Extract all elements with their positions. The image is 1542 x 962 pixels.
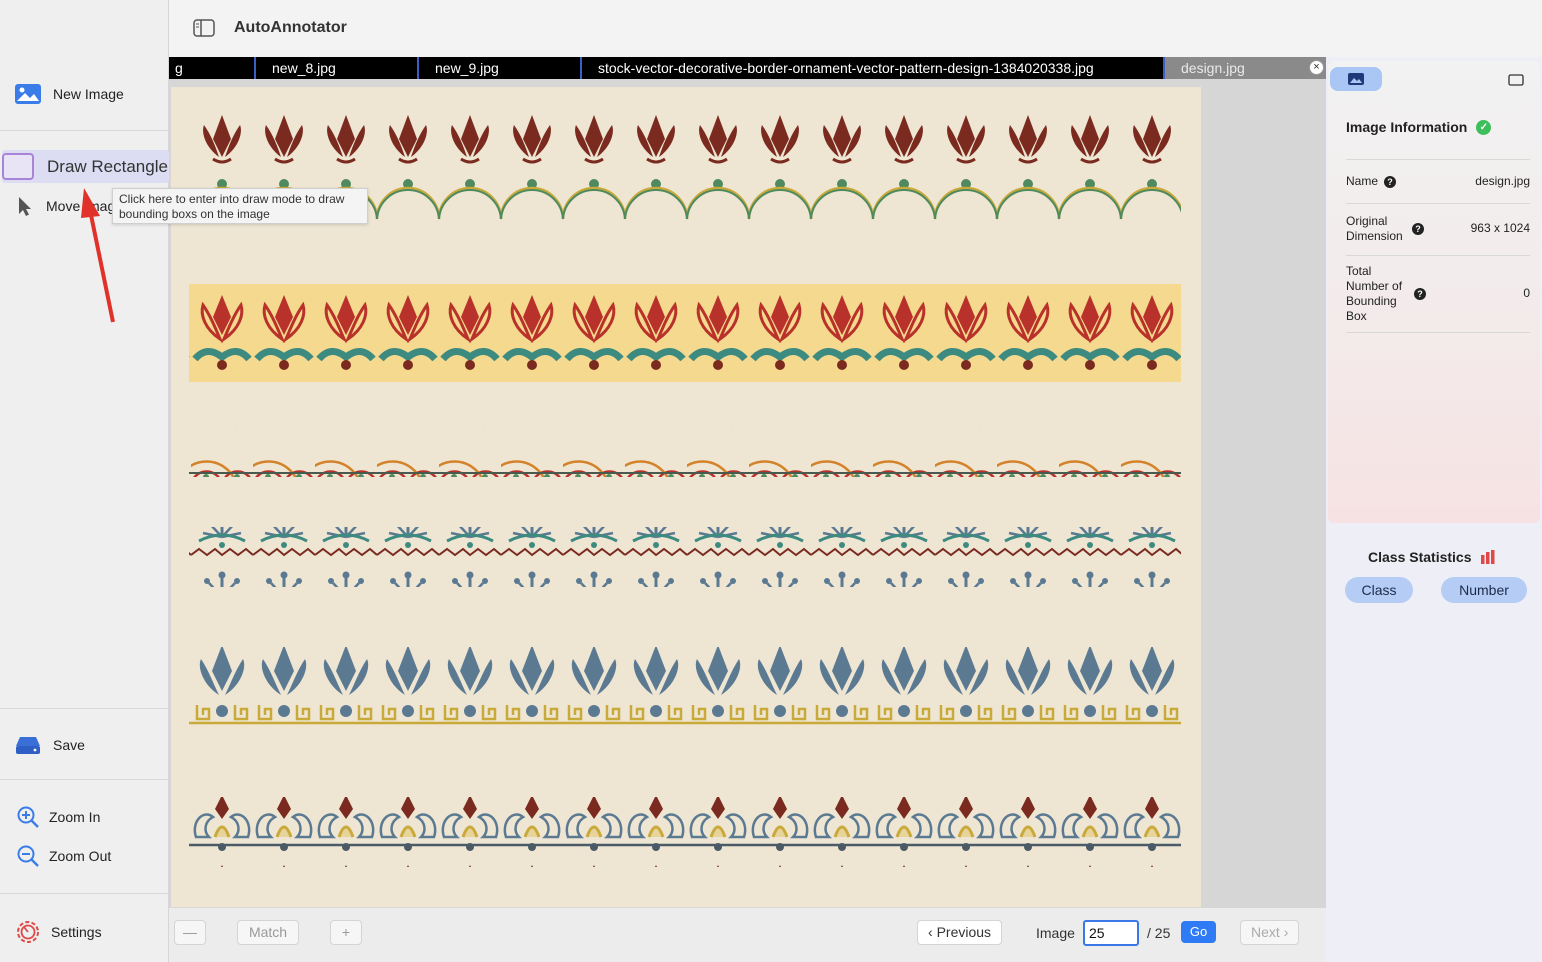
class-column-header[interactable]: Class: [1345, 577, 1413, 603]
draw-tooltip: Click here to enter into draw mode to dr…: [112, 188, 368, 224]
image-icon: [13, 83, 43, 105]
right-panel: Image Information ✓ Name ? design.jpg Or…: [1326, 57, 1542, 962]
rectangle-icon: [2, 153, 34, 180]
class-statistics-title: Class Statistics: [1368, 549, 1496, 565]
tab-file[interactable]: g: [169, 57, 256, 79]
settings-button[interactable]: Settings: [0, 919, 169, 945]
info-row-dimension: Original Dimension ? 963 x 1024: [1346, 203, 1530, 255]
new-image-label: New Image: [53, 86, 124, 102]
zoom-in-label: Zoom In: [49, 809, 101, 825]
draw-rectangle-button[interactable]: Draw Rectangle: [2, 150, 169, 183]
sidebar: New Image Draw Rectangle Move Image Save…: [0, 0, 169, 962]
name-label: Name: [1346, 174, 1379, 188]
tab-file[interactable]: new_9.jpg: [419, 57, 582, 79]
save-button[interactable]: Save: [0, 733, 169, 757]
tab-label: design.jpg: [1181, 60, 1245, 76]
next-label: Next: [1251, 924, 1280, 940]
image-total: / 25: [1147, 925, 1171, 941]
previous-label: Previous: [936, 924, 992, 940]
drive-icon: [13, 735, 43, 755]
bottom-toolbar: — Match + ‹ Previous Image 25 / 25 Go Ne…: [169, 908, 1326, 962]
chevron-left-icon: ‹: [928, 924, 933, 940]
checkmark-icon: ✓: [1476, 119, 1492, 135]
go-button[interactable]: Go: [1181, 921, 1216, 943]
dimension-value: 963 x 1024: [1470, 221, 1530, 235]
image-info-card: Image Information ✓ Name ? design.jpg Or…: [1328, 61, 1540, 523]
image-info-title: Image Information ✓: [1346, 119, 1492, 135]
image-index-input[interactable]: 25: [1083, 920, 1139, 946]
previous-button[interactable]: ‹ Previous: [917, 920, 1003, 945]
sidebar-toggle-icon[interactable]: [193, 19, 215, 42]
image-info-tab[interactable]: [1330, 67, 1382, 91]
info-row-bbox: Total Number of Bounding Box ? 0: [1346, 255, 1530, 333]
divider: [0, 708, 169, 709]
number-column-header[interactable]: Number: [1441, 577, 1527, 603]
window-icon[interactable]: [1508, 73, 1524, 91]
divider: [0, 779, 169, 780]
next-button[interactable]: Next ›: [1240, 920, 1300, 945]
pointer-icon: [10, 195, 40, 217]
photo-icon: [1348, 73, 1364, 85]
help-icon[interactable]: ?: [1384, 175, 1397, 188]
save-label: Save: [53, 737, 85, 753]
new-image-button[interactable]: New Image: [0, 82, 169, 106]
title-bar: AutoAnnotator: [169, 0, 1542, 57]
divider: [0, 893, 169, 894]
bar-chart-icon: [1480, 550, 1494, 564]
bbox-count-value: 0: [1523, 286, 1530, 300]
name-value: design.jpg: [1475, 174, 1530, 188]
image-label: Image: [1036, 925, 1075, 941]
zoom-in-small-button[interactable]: +: [330, 920, 362, 945]
zoom-in-button[interactable]: Zoom In: [0, 805, 169, 829]
zoom-out-icon: [13, 844, 43, 868]
image-info-title-text: Image Information: [1346, 119, 1468, 135]
divider: [0, 130, 169, 131]
info-row-name: Name ? design.jpg: [1346, 159, 1530, 203]
file-tabs: g new_8.jpg new_9.jpg stock-vector-decor…: [169, 57, 1326, 79]
help-icon[interactable]: ?: [1414, 288, 1426, 300]
zoom-out-button[interactable]: Zoom Out: [0, 844, 169, 868]
dimension-label: Original Dimension: [1346, 214, 1403, 243]
zoom-in-icon: [13, 805, 43, 829]
gear-icon: [13, 919, 43, 945]
zoom-out-label: Zoom Out: [49, 848, 112, 864]
tab-file[interactable]: new_8.jpg: [256, 57, 419, 79]
red-arrow-annotation: [81, 188, 115, 323]
close-icon[interactable]: ×: [1309, 60, 1324, 75]
chevron-right-icon: ›: [1283, 924, 1289, 940]
draw-rectangle-label: Draw Rectangle: [47, 156, 168, 176]
zoom-out-small-button[interactable]: —: [174, 920, 206, 945]
class-statistics-text: Class Statistics: [1368, 549, 1472, 565]
app-title: AutoAnnotator: [234, 19, 347, 36]
settings-label: Settings: [51, 924, 102, 940]
bbox-count-label: Total Number of Bounding Box: [1346, 264, 1403, 323]
help-icon[interactable]: ?: [1412, 223, 1424, 235]
tab-file[interactable]: stock-vector-decorative-border-ornament-…: [582, 57, 1165, 79]
tab-file-active[interactable]: design.jpg ×: [1165, 57, 1326, 79]
match-button[interactable]: Match: [237, 920, 299, 945]
